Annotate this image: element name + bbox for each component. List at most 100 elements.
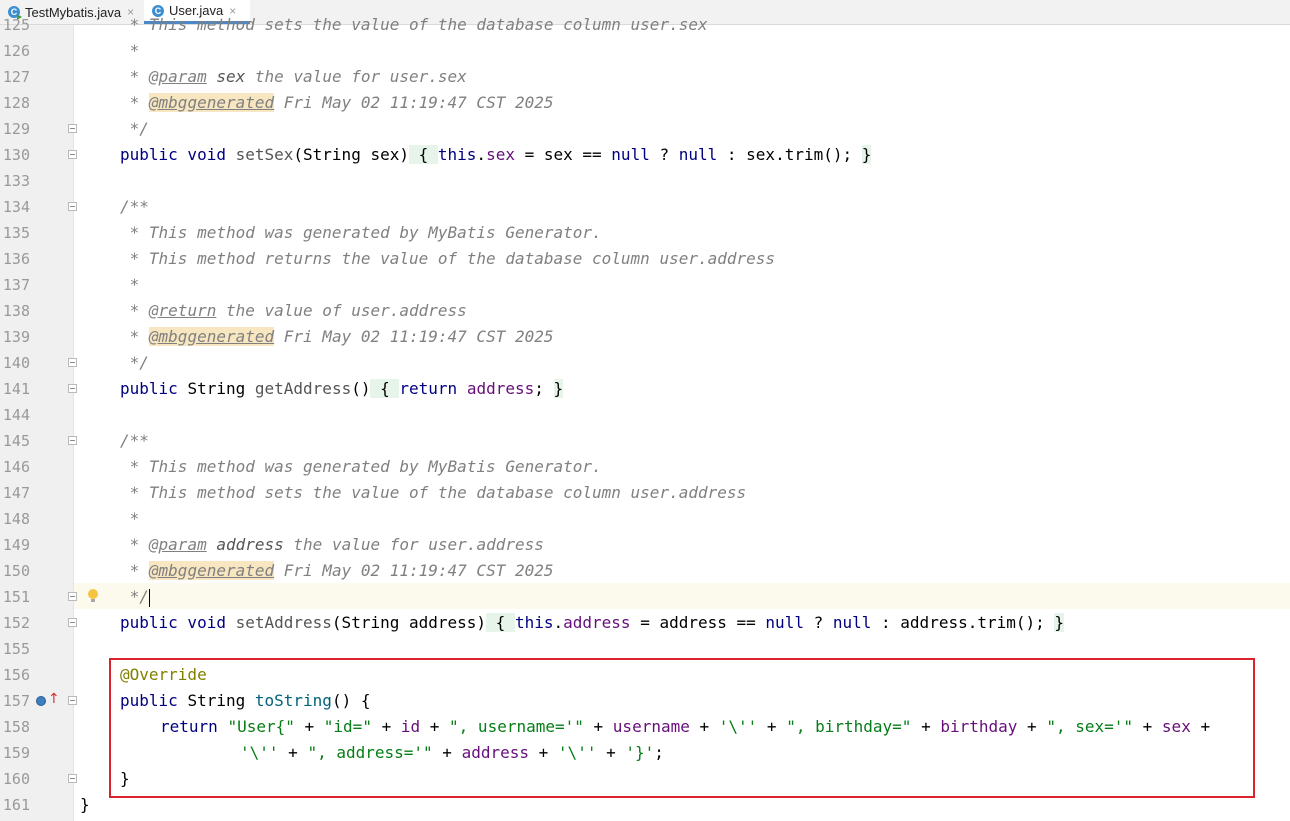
fold-toggle-icon[interactable] (68, 384, 77, 393)
field-ref: username (612, 717, 690, 736)
comment-text: Fri May 02 11:19:47 CST 2025 (274, 561, 554, 580)
field-ref: birthday (940, 717, 1018, 736)
code-text: */ (120, 584, 150, 610)
code-token: { (486, 613, 515, 632)
line-number: 137 (2, 276, 30, 294)
code-token: } (861, 145, 872, 164)
keyword: public void (120, 613, 236, 632)
line-number: 135 (2, 224, 30, 242)
line-number: 151 (2, 588, 30, 606)
code-token: ? (803, 613, 833, 632)
javadoc-param-name: sex (216, 67, 246, 86)
fold-toggle-icon[interactable] (68, 150, 77, 159)
keyword: null (611, 145, 650, 164)
fold-toggle-icon[interactable] (68, 618, 77, 627)
code-token: . (553, 613, 564, 632)
fold-toggle-icon[interactable] (68, 202, 77, 211)
keyword: this (514, 613, 554, 632)
code-line: 135 * This method was generated by MyBat… (0, 220, 1290, 246)
comment-text: * This method was generated by MyBatis G… (120, 457, 602, 476)
code-line: 152 public void setAddress(String addres… (0, 610, 1290, 636)
up-arrow-icon[interactable]: ↑ (48, 692, 60, 706)
code-line: 160 } (0, 766, 1290, 792)
code-text: return "User{" + "id=" + id + ", usernam… (160, 714, 1210, 740)
override-method-icon[interactable] (36, 696, 46, 706)
javadoc-tag: @return (148, 301, 217, 320)
code-token: ; (534, 379, 554, 398)
comment-text: * (120, 41, 140, 60)
line-number: 134 (2, 198, 30, 216)
line-number: 139 (2, 328, 30, 346)
field-ref: sex (1161, 717, 1191, 736)
comment-text: * (120, 301, 149, 320)
code-token: String (187, 691, 255, 710)
code-line: 139 * @mbggenerated Fri May 02 11:19:47 … (0, 324, 1290, 350)
string-literal: "id=" (323, 717, 372, 736)
keyword: return (399, 379, 467, 398)
code-line: 125 * This method sets the value of the … (0, 12, 1290, 38)
keyword: null (678, 145, 718, 164)
line-number: 156 (2, 666, 30, 684)
code-line: 159 '\'' + ", address='" + address + '\'… (0, 740, 1290, 766)
fold-toggle-icon[interactable] (68, 358, 77, 367)
code-token: + (911, 717, 941, 736)
string-literal: ", address='" (307, 743, 433, 762)
code-token: + (757, 717, 787, 736)
annotation: @Override (120, 665, 207, 684)
method-name: setSex (235, 145, 294, 164)
fold-toggle-icon[interactable] (68, 124, 77, 133)
line-number: 146 (2, 458, 30, 476)
code-text: * @return the value of user.address (120, 298, 467, 324)
code-line: 148 * (0, 506, 1290, 532)
line-number: 145 (2, 432, 30, 450)
field-ref: sex (486, 145, 515, 164)
keyword: null (765, 613, 804, 632)
comment-text (207, 67, 217, 86)
field-ref: id (400, 717, 421, 736)
text-cursor (148, 588, 150, 607)
code-line: 134 /** (0, 194, 1290, 220)
code-text: public String getAddress() { return addr… (120, 376, 564, 402)
line-number: 152 (2, 614, 30, 632)
comment-text: * This method sets the value of the data… (120, 483, 747, 502)
code-token: + (689, 717, 719, 736)
comment-text: * This method was generated by MyBatis G… (120, 223, 602, 242)
code-token: () (351, 379, 371, 398)
field-ref: address (563, 613, 631, 632)
fold-toggle-icon[interactable] (68, 696, 77, 705)
fold-toggle-icon[interactable] (68, 436, 77, 445)
line-number: 126 (2, 42, 30, 60)
comment-text: */ (120, 353, 149, 372)
code-text: public void setAddress(String address) {… (120, 610, 1065, 636)
code-line-current: 151 */ (0, 584, 1290, 610)
code-line: 161 } (0, 792, 1290, 818)
line-number: 133 (2, 172, 30, 190)
code-line: 149 * @param address the value for user.… (0, 532, 1290, 558)
code-token: + (420, 717, 450, 736)
javadoc-param-name: address (216, 535, 284, 554)
code-text: * @mbggenerated Fri May 02 11:19:47 CST … (120, 324, 554, 350)
fold-toggle-icon[interactable] (68, 592, 77, 601)
code-text: * @param sex the value for user.sex (120, 64, 467, 90)
line-number: 149 (2, 536, 30, 554)
code-editor[interactable]: 125 * This method sets the value of the … (0, 15, 1290, 821)
code-line: 127 * @param sex the value for user.sex (0, 64, 1290, 90)
comment-text: * This method returns the value of the d… (120, 249, 776, 268)
line-number: 129 (2, 120, 30, 138)
lightbulb-icon[interactable] (88, 589, 98, 602)
fold-toggle-icon[interactable] (68, 774, 77, 783)
comment-text: * (120, 561, 149, 580)
code-line: 137 * (0, 272, 1290, 298)
line-number: 148 (2, 510, 30, 528)
keyword: null (832, 613, 872, 632)
code-text: * @param address the value for user.addr… (120, 532, 544, 558)
string-literal: ", birthday=" (786, 717, 912, 736)
code-token: . (476, 145, 487, 164)
string-literal: ", sex='" (1046, 717, 1134, 736)
method-name: getAddress (254, 379, 352, 398)
code-text: '\'' + ", address='" + address + '\'' + … (240, 740, 664, 766)
javadoc-tag: @param (148, 67, 207, 86)
code-token: + (1017, 717, 1047, 736)
code-token: ? (649, 145, 679, 164)
code-line: 140 */ (0, 350, 1290, 376)
